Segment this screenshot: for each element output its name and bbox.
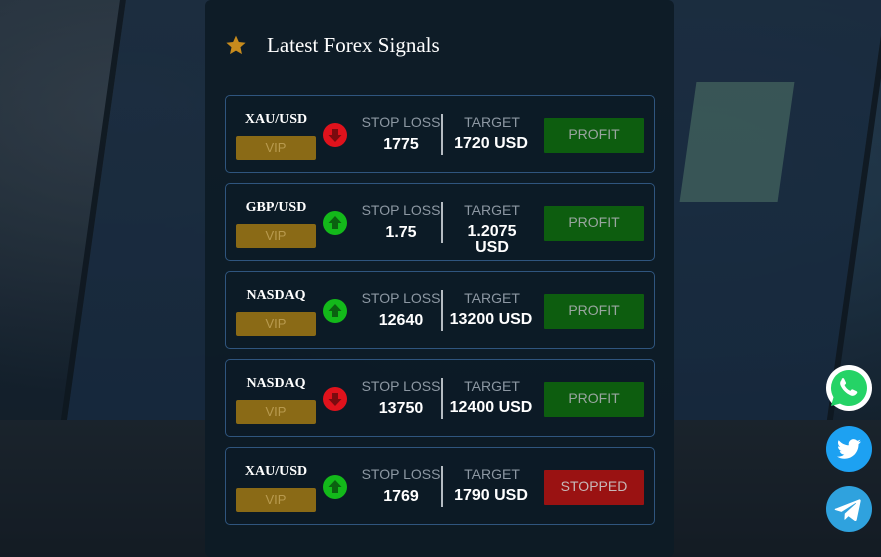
forex-signals-panel: Latest Forex Signals XAU/USD VIP STOP LO… [205,0,674,557]
signal-card: GBP/USD VIP STOP LOSS 1.75 TARGET 1.2075… [225,183,655,261]
target-label: TARGET [464,202,520,218]
vip-badge[interactable]: VIP [236,312,316,336]
signal-card: NASDAQ VIP STOP LOSS 12640 TARGET 13200 … [225,271,655,349]
target-value: 1790 USD [454,487,528,504]
arrow-up-icon [323,299,347,323]
currency-pair: GBP/USD [245,200,307,215]
stop-loss-value: 13750 [378,400,424,417]
stop-loss-label: STOP LOSS [361,290,441,306]
arrow-down-icon [323,387,347,411]
arrow-up-icon [323,211,347,235]
currency-pair: XAU/USD [244,112,308,127]
target-label: TARGET [464,466,520,482]
panel-header: Latest Forex Signals [225,30,440,60]
stop-loss-label: STOP LOSS [361,202,441,218]
target-value: 1.2075 USD [467,223,517,256]
target-value: 13200 USD [449,311,533,328]
stop-loss-value: 12640 [378,312,424,329]
star-icon [226,35,246,55]
signal-card: NASDAQ VIP STOP LOSS 13750 TARGET 12400 … [225,359,655,437]
stop-loss-value: 1775 [383,136,419,153]
status-badge[interactable]: PROFIT [544,206,644,241]
divider [441,202,443,243]
vip-badge[interactable]: VIP [236,136,316,160]
target-label: TARGET [464,290,520,306]
status-badge[interactable]: PROFIT [544,382,644,417]
signal-card: XAU/USD VIP STOP LOSS 1775 TARGET 1720 U… [225,95,655,173]
twitter-button[interactable] [825,425,873,473]
vip-badge[interactable]: VIP [236,400,316,424]
stop-loss-label: STOP LOSS [361,466,441,482]
panel-title: Latest Forex Signals [267,32,440,57]
status-badge[interactable]: PROFIT [544,294,644,329]
currency-pair: XAU/USD [244,464,308,479]
target-value: 1720 USD [454,135,528,152]
telegram-icon [826,486,872,532]
currency-pair: NASDAQ [246,376,306,391]
target-label: TARGET [464,114,520,130]
arrow-up-icon [323,475,347,499]
stop-loss-label: STOP LOSS [361,114,441,130]
status-badge[interactable]: STOPPED [544,470,644,505]
stop-loss-value: 1769 [383,488,419,505]
vip-badge[interactable]: VIP [236,224,316,248]
arrow-down-icon [323,123,347,147]
target-label: TARGET [464,378,520,394]
target-value: 12400 USD [449,399,533,416]
stop-loss-label: STOP LOSS [361,378,441,394]
twitter-icon [826,426,872,472]
whatsapp-icon [826,365,872,411]
status-badge[interactable]: PROFIT [544,118,644,153]
signal-card: XAU/USD VIP STOP LOSS 1769 TARGET 1790 U… [225,447,655,525]
vip-badge[interactable]: VIP [236,488,316,512]
telegram-button[interactable] [825,485,873,533]
whatsapp-button[interactable] [825,364,873,412]
stop-loss-value: 1.75 [385,224,417,241]
currency-pair: NASDAQ [246,288,306,303]
